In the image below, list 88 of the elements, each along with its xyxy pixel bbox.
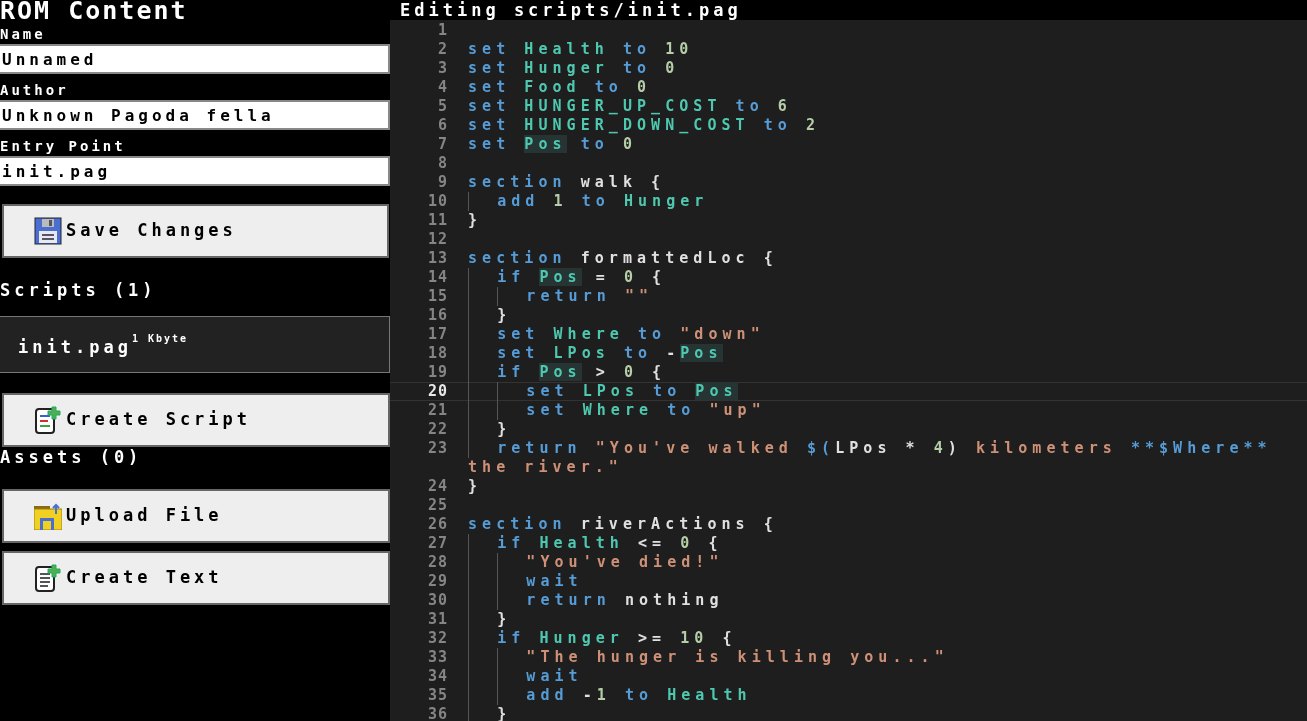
line-number: 12 (426, 230, 449, 249)
code-line: wait (468, 572, 1307, 591)
code-line: set Hunger to 0 (468, 59, 681, 78)
field-label: Author (0, 81, 70, 100)
code-line: set HUNGER_DOWN_COST to 2 (468, 116, 822, 135)
code-line: } (468, 420, 1307, 439)
code-line: section riverActions { (468, 515, 779, 534)
line-number: 33 (426, 648, 449, 667)
code-line: return "You've walked $(LPos * 4) kilometers **$Where** the river." (468, 439, 1273, 477)
code-line: return nothing (468, 591, 1307, 610)
code-line: section walk { (468, 173, 667, 192)
line-number: 32 (426, 629, 449, 648)
create-script-button[interactable]: Create Script (2, 393, 390, 447)
editor-title: Editing scripts/init.pag (390, 0, 1307, 20)
script-add-icon (34, 405, 62, 435)
script-name: init.pag (18, 337, 132, 357)
line-number: 3 (436, 59, 449, 78)
code-line: wait (468, 667, 1307, 686)
line-number: 17 (426, 325, 449, 344)
line-number: 31 (426, 610, 449, 629)
line-number: 34 (426, 667, 449, 686)
line-number: 15 (426, 287, 449, 306)
line-number: 26 (426, 515, 449, 534)
code-line: return "" (468, 287, 1307, 306)
field-label: Name (0, 25, 47, 44)
code-line: "You've died!" (468, 553, 1307, 572)
code-line: } (468, 705, 1307, 721)
code-line: if Pos > 0 { (468, 363, 1307, 382)
code-line: set Health to 10 (468, 40, 695, 59)
input-field[interactable]: init.pag (0, 156, 390, 186)
line-number: 6 (436, 116, 449, 135)
upload-file-button[interactable]: Upload File (2, 489, 390, 543)
create-text-button[interactable]: Create Text (2, 551, 390, 605)
line-number: 13 (426, 249, 449, 268)
code-line: set LPos to Pos (468, 382, 1307, 401)
line-number: 4 (436, 78, 449, 97)
panel-title: ROM Content (0, 0, 189, 22)
save-button[interactable]: Save Changes (2, 204, 389, 258)
line-number: 2 (436, 40, 449, 59)
line-number: 27 (426, 534, 449, 553)
folder-arrow-icon (34, 502, 62, 530)
line-number: 1 (436, 21, 449, 40)
code-line: set Pos to 0 (468, 135, 638, 154)
line-number: 21 (426, 401, 449, 420)
code-line: set Where to "down" (468, 325, 1307, 344)
code-line: set HUNGER_UP_COST to 6 (468, 97, 793, 116)
code-line: } (468, 610, 1307, 629)
line-number: 36 (426, 705, 449, 721)
line-number: 5 (436, 97, 449, 116)
script-item[interactable]: init.pag$^{1 Kbyte}$ (0, 316, 390, 373)
code-line: if Hunger >= 10 { (468, 629, 1307, 648)
line-number: 18 (426, 344, 449, 363)
code-line: } (468, 211, 484, 230)
line-number: 19 (426, 363, 449, 382)
line-number: 16 (426, 306, 449, 325)
line-number: 9 (436, 173, 449, 192)
line-number: 35 (426, 686, 449, 705)
line-number: 29 (426, 572, 449, 591)
field-label: Entry Point (0, 137, 127, 156)
code-line: if Health <= 0 { (468, 534, 1307, 553)
code-line: if Pos = 0 { (468, 268, 1307, 287)
code-line: } (468, 477, 484, 496)
line-number: 28 (426, 553, 449, 572)
line-number: 25 (426, 496, 449, 515)
line-number: 8 (436, 154, 449, 173)
file-size: 1 Kbyte (131, 333, 189, 344)
code-line: "The hunger is killing you..." (468, 648, 1307, 667)
code-line: } (468, 306, 1307, 325)
line-number: 23 (426, 439, 449, 459)
line-number: 24 (426, 477, 449, 496)
code-line: set Where to "up" (468, 401, 1307, 420)
code-line: set Food to 0 (468, 78, 653, 97)
line-number: 11 (426, 211, 449, 230)
code-line: add -1 to Health (468, 686, 1307, 705)
text-add-icon (34, 563, 62, 593)
code-line: set LPos to -Pos (468, 344, 1307, 363)
section-heading: Scripts (1) (0, 280, 158, 300)
input-field[interactable]: Unnamed (0, 44, 390, 74)
line-number: 30 (426, 591, 449, 610)
code-line: section formattedLoc { (468, 249, 779, 268)
input-field[interactable]: Unknown Pagoda fella (0, 100, 390, 130)
line-number: 22 (426, 420, 449, 439)
code-line: add 1 to Hunger (468, 192, 1307, 211)
line-number: 7 (436, 135, 449, 154)
line-number: 10 (426, 192, 449, 211)
line-number: 14 (426, 268, 449, 287)
line-number: 20 (426, 382, 449, 401)
section-heading: Assets (0) (0, 447, 144, 467)
